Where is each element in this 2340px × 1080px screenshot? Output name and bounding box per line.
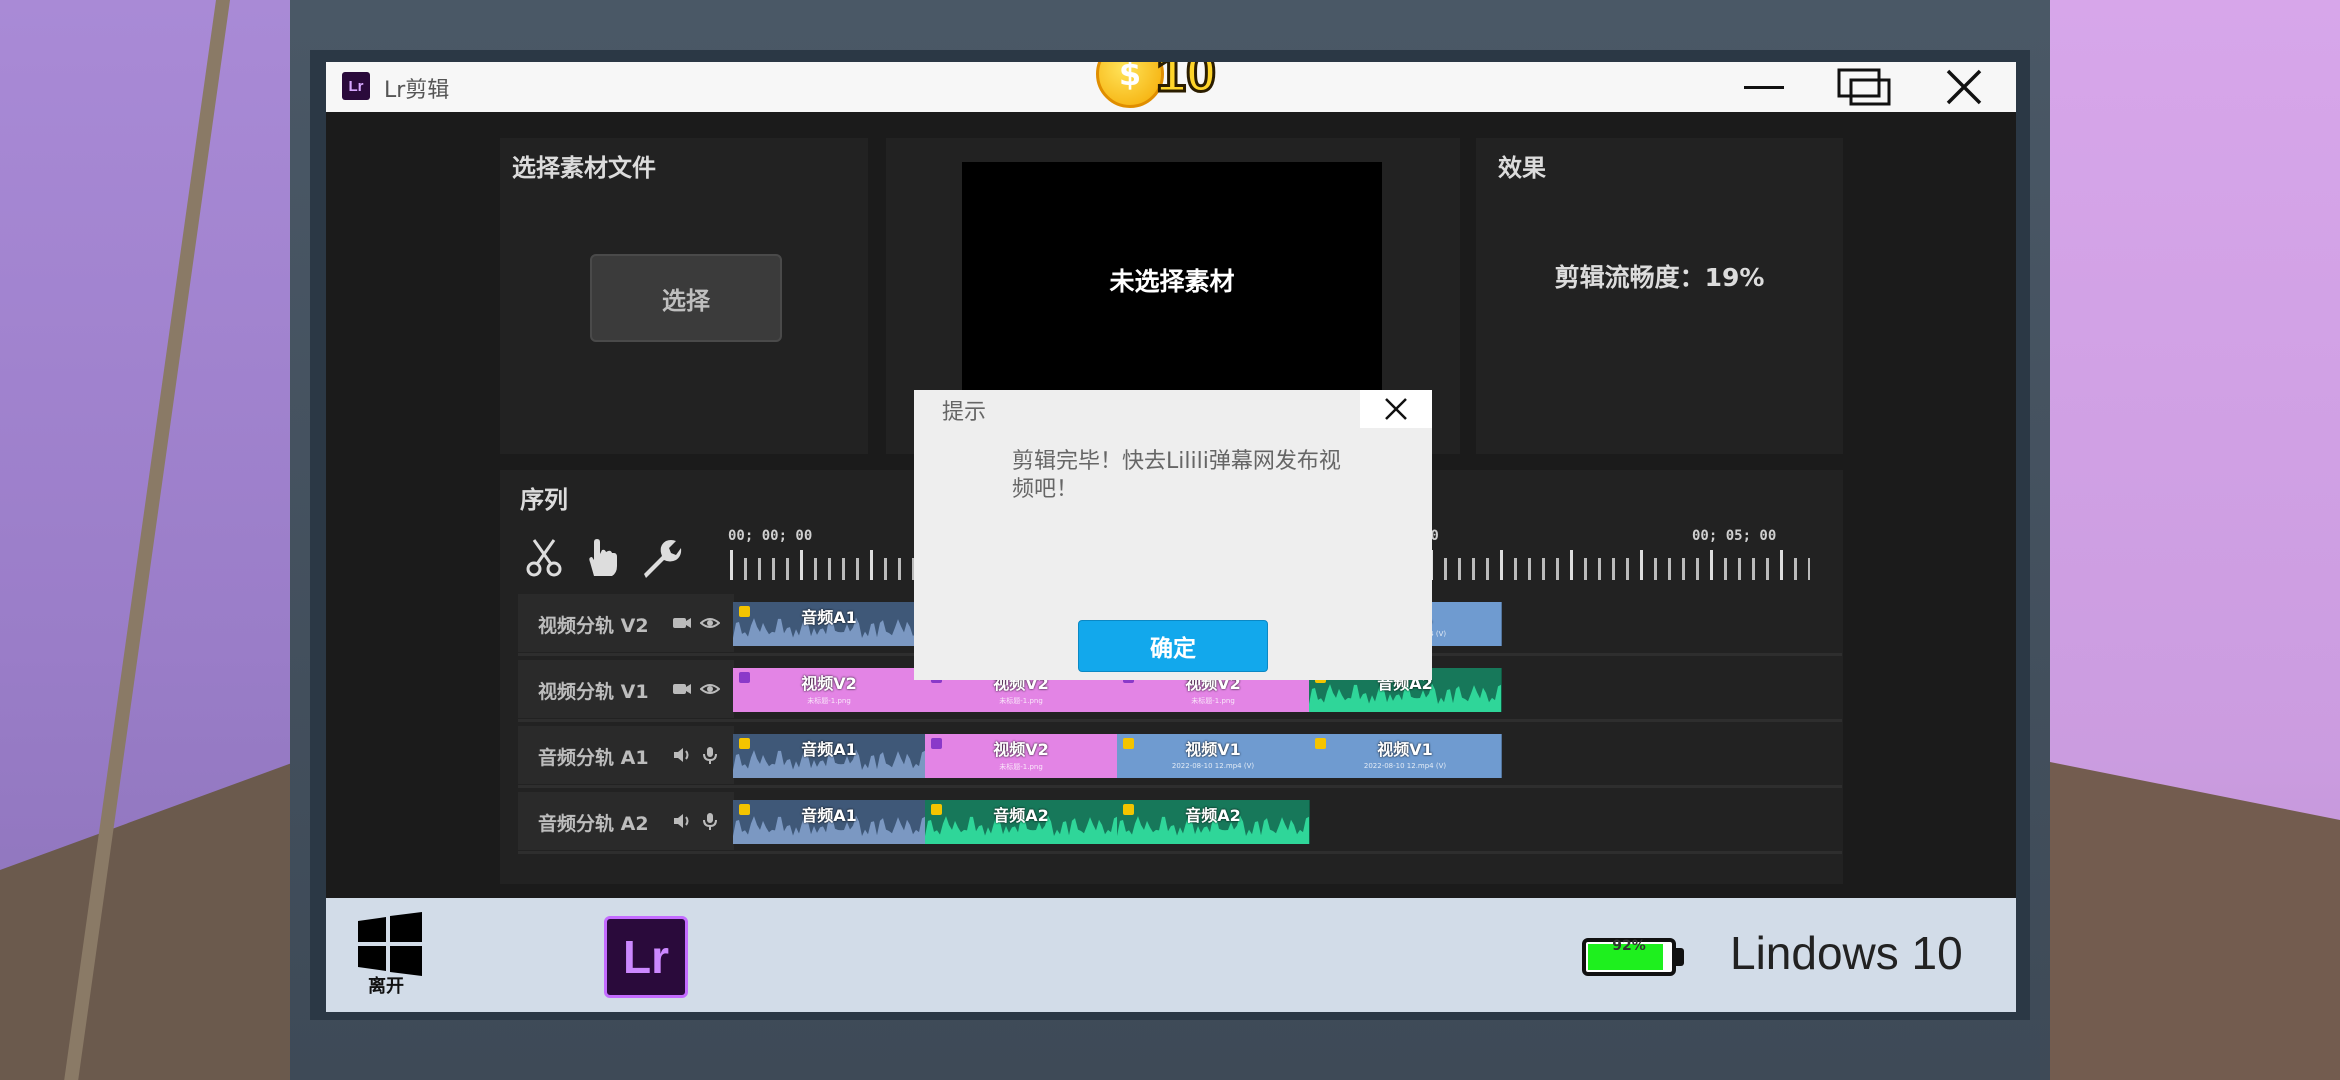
timeline-clip[interactable]: 音频A1 — [733, 734, 926, 778]
dialog-title: 提示 — [942, 400, 987, 425]
clip-filename: 2022-08-10 12.mp4 (V) — [1171, 762, 1255, 770]
camera-icon[interactable] — [672, 679, 692, 699]
windows-start-icon[interactable] — [356, 912, 424, 976]
timeline-clip[interactable]: 音频A2 — [925, 800, 1118, 844]
timecode-start: 00; 00; 00 — [728, 528, 813, 544]
exit-label[interactable]: 离开 — [368, 972, 404, 998]
timeline-clip[interactable]: 音频A1 — [733, 800, 926, 844]
no-media-text: 未选择素材 — [1109, 267, 1235, 296]
select-file-button[interactable]: 选择 — [590, 254, 782, 342]
camera-icon[interactable] — [672, 613, 692, 633]
timeline-clip[interactable]: 视频V2 未标题-1.png — [925, 734, 1118, 778]
track-name: 音频分轨 A1 — [538, 747, 649, 769]
track-separator — [518, 785, 1842, 788]
clip-label: 音频A2 — [993, 806, 1049, 825]
track-name: 视频分轨 V1 — [538, 681, 649, 703]
timeline-clip[interactable]: 音频A2 — [1117, 800, 1310, 844]
notice-dialog: 提示 剪辑完毕！快去Lilili弹幕网发布视频吧！ 确定 — [914, 390, 1432, 680]
restore-icon — [1837, 68, 1891, 106]
dialog-message: 剪辑完毕！快去Lilili弹幕网发布视频吧！ — [1012, 449, 1341, 502]
hand-tool-icon[interactable] — [580, 536, 624, 580]
clip-label: 视频V1 — [1185, 740, 1241, 759]
clip-filename: 未标题-1.png — [999, 763, 1043, 771]
source-panel: 选择素材文件 选择 — [500, 138, 868, 454]
taskbar: 离开 Lr 92% Lindows 10 — [326, 898, 2016, 1012]
clip-label: 音频A1 — [801, 608, 857, 627]
maximize-button[interactable] — [1814, 62, 1914, 112]
clip-label: 视频V2 — [993, 740, 1049, 759]
close-icon — [1385, 398, 1407, 420]
minimize-button[interactable] — [1714, 62, 1814, 112]
clip-filename: 未标题-1.png — [807, 697, 851, 705]
speaker-icon[interactable] — [672, 811, 692, 831]
sequence-panel-title: 序列 — [520, 486, 568, 514]
track-separator — [518, 719, 1842, 722]
microphone-icon[interactable] — [700, 811, 720, 831]
window-title: Lr剪辑 — [384, 78, 450, 103]
track-separator — [518, 851, 1842, 854]
clip-filename: 未标题-1.png — [999, 697, 1043, 705]
eye-icon[interactable] — [699, 679, 721, 699]
clip-filename: 未标题-1.png — [1191, 697, 1235, 705]
computer-screen: Lr Lr剪辑 $ 10 选择素材文件 选择 未选择素材 效果 剪辑流畅度：19… — [326, 62, 2016, 1012]
track-header: 视频分轨 V1 — [518, 660, 734, 718]
clip-label: 音频A1 — [801, 806, 857, 825]
clip-label: 音频A2 — [1185, 806, 1241, 825]
battery-percent-text: 92% — [1612, 938, 1646, 954]
track-header: 视频分轨 V2 — [518, 594, 734, 652]
timeline-clip[interactable]: 视频V1 2022-08-10 12.mp4 (V) — [1117, 734, 1310, 778]
track-name: 视频分轨 V2 — [538, 615, 649, 637]
timecode-end: 00; 05; 00 — [1692, 528, 1777, 544]
edit-fluency-text: 剪辑流畅度：19% — [1554, 263, 1765, 292]
timeline-clip[interactable]: 音频A1 — [733, 602, 926, 646]
dialog-ok-button[interactable]: 确定 — [1078, 620, 1268, 672]
track-name: 音频分轨 A2 — [538, 813, 649, 835]
clip-label: 视频V2 — [801, 674, 857, 693]
scissors-icon[interactable] — [522, 536, 566, 580]
lr-app-icon: Lr — [342, 72, 370, 100]
os-name: Lindows 10 — [1730, 927, 1963, 979]
effects-panel-title: 效果 — [1498, 154, 1546, 182]
microphone-icon[interactable] — [700, 745, 720, 765]
eye-icon[interactable] — [699, 613, 721, 633]
clip-filename: 2022-08-10 12.mp4 (V) — [1363, 762, 1447, 770]
preview-viewport: 未选择素材 — [962, 162, 1382, 392]
timeline-clip[interactable]: 视频V2 未标题-1.png — [733, 668, 926, 712]
track-header: 音频分轨 A2 — [518, 792, 734, 850]
track-header: 音频分轨 A1 — [518, 726, 734, 784]
source-panel-title: 选择素材文件 — [512, 154, 656, 182]
taskbar-lr-app-icon[interactable]: Lr — [604, 916, 688, 998]
timeline-clip[interactable]: 视频V1 2022-08-10 12.mp4 (V) — [1309, 734, 1502, 778]
clip-label: 视频V1 — [1377, 740, 1433, 759]
minimize-icon — [1744, 86, 1784, 89]
wrench-icon[interactable] — [638, 536, 682, 580]
speaker-icon[interactable] — [672, 745, 692, 765]
battery-tip — [1676, 948, 1684, 966]
close-icon — [1946, 69, 1982, 105]
clip-label: 音频A1 — [801, 740, 857, 759]
dialog-close-button[interactable] — [1360, 390, 1432, 428]
coin-count: 10 — [1154, 62, 1217, 105]
close-window-button[interactable] — [1914, 62, 2014, 112]
effects-panel: 效果 剪辑流畅度：19% — [1476, 138, 1843, 454]
